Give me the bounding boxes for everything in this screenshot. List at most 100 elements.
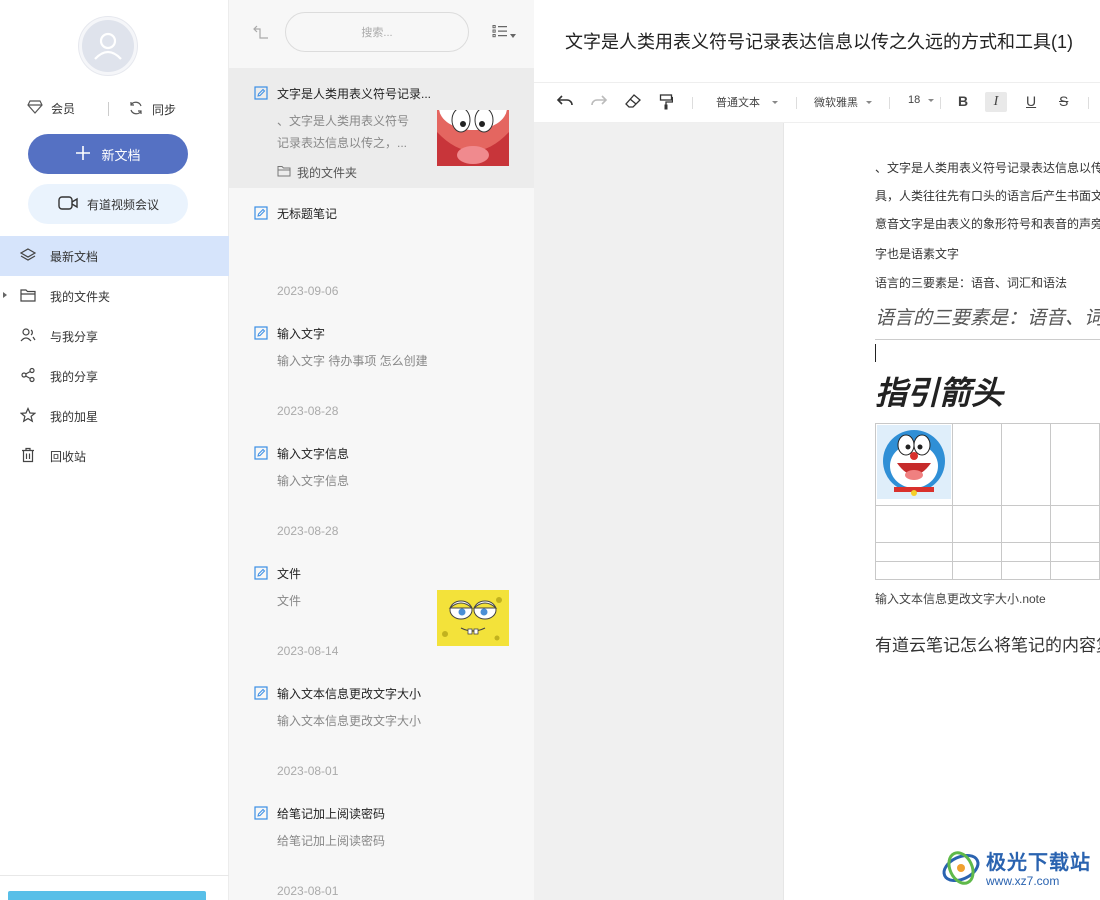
note-list-item[interactable]: 输入文字 输入文字 待办事项 怎么创建 2023-08-28 <box>229 308 534 428</box>
note-list-header: 搜索... <box>229 0 534 64</box>
table-cell[interactable] <box>1050 423 1100 506</box>
note-icon <box>254 686 268 705</box>
undo-button[interactable] <box>556 94 574 111</box>
clear-format-button[interactable] <box>625 94 641 111</box>
back-arrow-icon[interactable] <box>252 24 270 45</box>
table-cell[interactable] <box>1001 505 1051 543</box>
table-cell[interactable] <box>1050 542 1100 562</box>
paragraph[interactable]: 、文字是人类用表义符号记录表达信息以传之久远的方式和工 <box>875 159 1100 176</box>
note-title: 输入文字信息 <box>277 447 350 461</box>
avatar[interactable] <box>79 17 137 75</box>
redo-button[interactable] <box>590 94 608 111</box>
table-cell[interactable] <box>1001 561 1051 580</box>
sidebar-item-my-shares[interactable]: 我的分享 <box>0 356 229 396</box>
sidebar-item-recent[interactable]: 最新文档 <box>0 236 229 276</box>
note-list-item[interactable]: 无标题笔记 2023-09-06 <box>229 188 534 308</box>
attachment-link[interactable]: 输入文本信息更改文字大小.note <box>875 590 1046 607</box>
underline-button[interactable]: U <box>1026 93 1036 109</box>
note-list-item[interactable]: 文件 文件 2023-08-14 <box>229 548 534 668</box>
table-cell[interactable] <box>952 542 1002 562</box>
document-table[interactable] <box>875 423 1100 580</box>
eraser-icon <box>625 94 641 111</box>
font-family-dropdown[interactable]: 微软雅黑 <box>814 94 872 110</box>
plus-icon <box>75 145 91 164</box>
bold-button[interactable]: B <box>958 93 968 109</box>
sidebar-nav: 最新文档 我的文件夹 与我分享 我的分享 我的加星 回收站 <box>0 236 229 476</box>
sidebar-item-starred[interactable]: 我的加星 <box>0 396 229 436</box>
paragraph[interactable]: 语言的三要素是：语音、词汇和语法 <box>875 274 1067 291</box>
font-size-dropdown[interactable]: 18 <box>908 94 935 106</box>
document-page[interactable]: 、文字是人类用表义符号记录表达信息以传之久远的方式和工 具，人类往往先有口头的语… <box>783 123 1100 900</box>
horizontal-rule <box>875 339 1100 340</box>
sidebar-footer-banner[interactable] <box>8 891 206 900</box>
table-cell[interactable] <box>952 505 1002 543</box>
table-cell[interactable] <box>952 423 1002 506</box>
folder-icon <box>277 165 291 180</box>
note-icon <box>254 86 268 105</box>
editor-panel: 文字是人类用表义符号记录表达信息以传之久远的方式和工具(1) 普通文本 微软雅黑… <box>534 0 1100 900</box>
note-icon <box>254 806 268 825</box>
note-title: 输入文字 <box>277 327 326 341</box>
note-snippet: 、文字是人类用表义符号记录表达信息以传之，... <box>277 114 410 150</box>
sync-button[interactable]: 同步 <box>128 100 176 119</box>
table-cell[interactable] <box>875 561 953 580</box>
table-cell[interactable] <box>1001 542 1051 562</box>
font-size-value: 18 <box>908 94 921 106</box>
list-view-toggle[interactable] <box>492 24 516 43</box>
table-cell[interactable] <box>952 561 1002 580</box>
note-date: 2023-08-01 <box>277 764 339 778</box>
toolbar-divider <box>692 97 693 109</box>
note-list-item[interactable]: 给笔记加上阅读密码 给笔记加上阅读密码 2023-08-01 <box>229 788 534 900</box>
table-cell[interactable] <box>875 423 953 506</box>
divider <box>108 102 109 116</box>
list-view-icon <box>492 24 508 43</box>
note-list-item[interactable]: 文字是人类用表义符号记录... 、文字是人类用表义符号记录表达信息以传之，...… <box>229 68 534 188</box>
paragraph-style-dropdown[interactable]: 普通文本 <box>716 94 778 110</box>
search-input[interactable]: 搜索... <box>285 12 469 52</box>
heading[interactable]: 指引箭头 <box>875 368 1003 414</box>
table-cell[interactable] <box>875 505 953 543</box>
table-cell[interactable] <box>1001 423 1051 506</box>
italic-button[interactable]: I <box>985 92 1007 112</box>
folder-icon <box>20 288 36 305</box>
note-title: 文字是人类用表义符号记录... <box>277 87 432 101</box>
toolbar-divider <box>889 97 890 109</box>
sidebar-item-label: 最新文档 <box>50 249 99 264</box>
paragraph[interactable]: 字也是语素文字 <box>875 245 959 262</box>
sidebar-item-shared-with-me[interactable]: 与我分享 <box>0 316 229 356</box>
format-painter-button[interactable] <box>659 94 674 113</box>
vip-label: 会员 <box>51 102 76 116</box>
note-snippet: 文件 <box>277 594 302 608</box>
note-list-item[interactable]: 输入文字信息 输入文字信息 2023-08-28 <box>229 428 534 548</box>
table-cell[interactable] <box>1050 561 1100 580</box>
sidebar-item-label: 我的分享 <box>50 369 99 384</box>
paragraph[interactable]: 意音文字是由表义的象形符号和表音的声旁组成的文字，汉 <box>875 215 1100 232</box>
document-title[interactable]: 文字是人类用表义符号记录表达信息以传之久远的方式和工具(1) <box>565 28 1073 54</box>
toolbar-divider <box>1088 97 1089 109</box>
new-document-label: 新文档 <box>101 147 141 163</box>
note-list-panel: 搜索... 文字是人类用表义符号记录... 、文字是人类用表义符号记录表达信息以… <box>229 0 534 900</box>
video-meeting-button[interactable]: 有道视频会议 <box>28 184 188 224</box>
paragraph[interactable]: 有道云笔记怎么将笔记的内容复制 <box>875 631 1100 656</box>
vip-button[interactable]: 会员 <box>27 100 75 117</box>
text-cursor <box>875 344 876 362</box>
aurora-logo-icon <box>940 846 982 893</box>
table-cell[interactable] <box>875 542 953 562</box>
chevron-down-icon <box>928 98 935 102</box>
doraemon-image[interactable] <box>877 425 951 503</box>
video-meeting-label: 有道视频会议 <box>86 197 159 212</box>
editor-toolbar: 普通文本 微软雅黑 18 B I U S <box>534 83 1100 123</box>
doraemon-thumbnail <box>437 110 509 166</box>
expand-caret-icon[interactable] <box>3 292 7 298</box>
note-list-item[interactable]: 输入文本信息更改文字大小 输入文本信息更改文字大小 2023-08-01 <box>229 668 534 788</box>
strikethrough-button[interactable]: S <box>1059 93 1068 109</box>
sidebar-item-trash[interactable]: 回收站 <box>0 436 229 476</box>
note-snippet: 输入文字信息 <box>277 474 350 488</box>
new-document-button[interactable]: 新文档 <box>28 134 188 174</box>
trash-icon <box>20 447 36 466</box>
sidebar-item-my-folders[interactable]: 我的文件夹 <box>0 276 229 316</box>
paragraph[interactable]: 具，人类往往先有口头的语言后产生书面文字，很多小语种，有语言但没有文字。文字的不… <box>875 187 1100 204</box>
editor-canvas: 、文字是人类用表义符号记录表达信息以传之久远的方式和工 具，人类往往先有口头的语… <box>534 123 1100 900</box>
table-cell[interactable] <box>1050 505 1100 543</box>
italic-paragraph[interactable]: 语言的三要素是：语音、词汇和语法 <box>875 303 1100 330</box>
